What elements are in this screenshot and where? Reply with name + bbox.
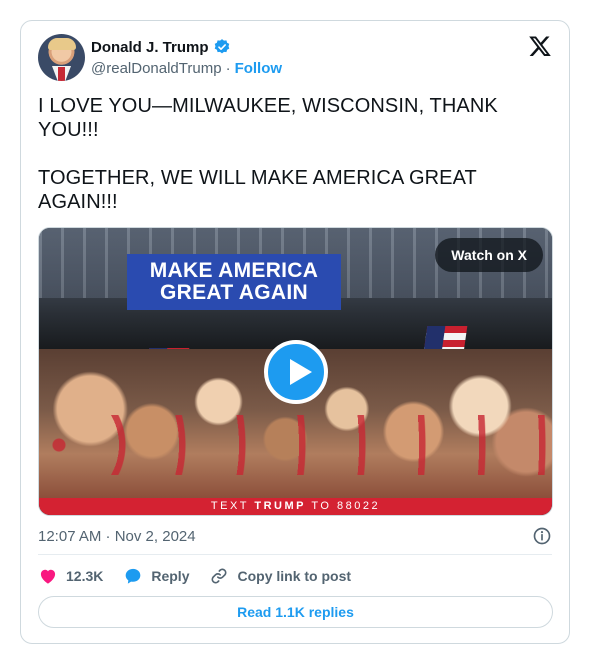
play-icon[interactable] bbox=[264, 340, 328, 404]
embedded-post-card: Donald J. Trump @realDonaldTrump · Follo… bbox=[20, 20, 570, 644]
author-handle[interactable]: @realDonaldTrump bbox=[91, 60, 222, 77]
like-count: 12.3K bbox=[66, 568, 104, 584]
reply-bubble-icon bbox=[126, 568, 141, 584]
handle-separator: · bbox=[225, 60, 231, 77]
strip-prefix: TEXT bbox=[210, 500, 255, 512]
reply-label: Reply bbox=[151, 568, 190, 584]
video-player[interactable]: MAKE AMERICA GREAT AGAIN TEXT TRUMP TO 8… bbox=[38, 227, 553, 516]
post-paragraph: I LOVE YOU—MILWAUKEE, WISCONSIN, THANK Y… bbox=[38, 95, 498, 141]
banner-line: MAKE AMERICA bbox=[149, 259, 319, 282]
copy-link-button[interactable]: Copy link to post bbox=[209, 566, 351, 586]
timestamp-row: 12:07 AM · Nov 2, 2024 bbox=[38, 526, 552, 546]
reply-button[interactable]: Reply bbox=[123, 566, 189, 586]
author-avatar[interactable] bbox=[38, 34, 85, 81]
thumbnail-banner: MAKE AMERICA GREAT AGAIN bbox=[127, 254, 341, 310]
info-icon[interactable] bbox=[532, 526, 552, 546]
strip-suffix: TO 88022 bbox=[306, 500, 381, 512]
watch-on-x-button[interactable]: Watch on X bbox=[435, 238, 543, 272]
author-name-row: Donald J. Trump bbox=[91, 38, 231, 56]
divider bbox=[38, 554, 552, 555]
like-button[interactable]: 12.3K bbox=[38, 566, 103, 586]
action-bar: 12.3K Reply Copy link to post bbox=[38, 566, 371, 586]
banner-line: GREAT AGAIN bbox=[160, 281, 308, 304]
avatar-tie bbox=[58, 67, 65, 81]
post-text: I LOVE YOU—MILWAUKEE, WISCONSIN, THANK Y… bbox=[38, 94, 538, 238]
post-timestamp[interactable]: 12:07 AM · Nov 2, 2024 bbox=[38, 528, 196, 545]
read-replies-button[interactable]: Read 1.1K replies bbox=[38, 596, 553, 628]
x-logo-icon[interactable] bbox=[528, 34, 552, 58]
link-icon bbox=[212, 568, 227, 584]
heart-icon bbox=[40, 569, 56, 584]
avatar-hair bbox=[48, 38, 76, 50]
post-header: Donald J. Trump @realDonaldTrump · Follo… bbox=[38, 34, 552, 82]
thumbnail-text-strip: TEXT TRUMP TO 88022 bbox=[39, 498, 552, 515]
author-display-name[interactable]: Donald J. Trump bbox=[91, 39, 209, 56]
thumbnail-hats bbox=[39, 415, 552, 475]
post-paragraph: TOGETHER, WE WILL MAKE AMERICA GREAT AGA… bbox=[38, 167, 477, 213]
verified-badge-icon bbox=[214, 39, 229, 54]
author-handle-row: @realDonaldTrump · Follow bbox=[91, 60, 282, 77]
strip-keyword: TRUMP bbox=[254, 500, 306, 512]
follow-button[interactable]: Follow bbox=[235, 60, 283, 77]
copy-link-label: Copy link to post bbox=[237, 568, 352, 584]
